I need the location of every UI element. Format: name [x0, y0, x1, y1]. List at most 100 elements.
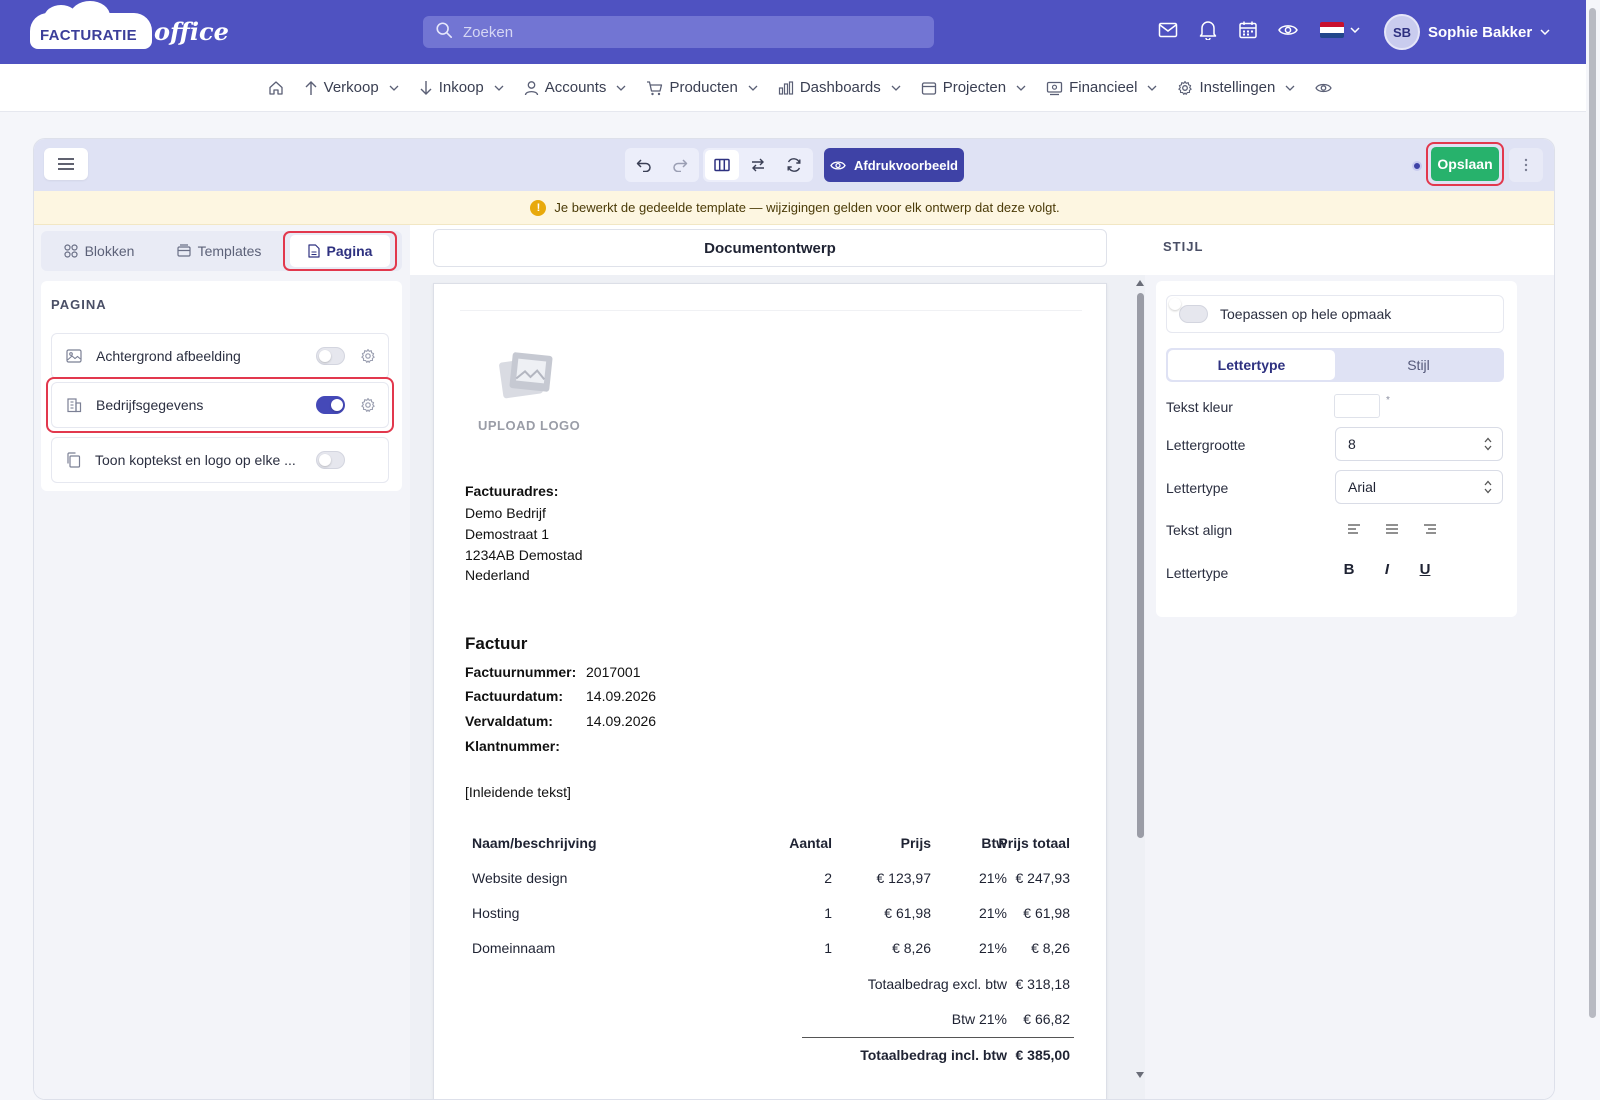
chevron-down-icon	[891, 85, 901, 91]
nav-home[interactable]	[258, 80, 294, 96]
calendar-icon	[921, 81, 936, 95]
cell: 21%	[978, 870, 1007, 886]
redo-button[interactable]	[663, 150, 697, 180]
nav-producten[interactable]: Producten	[636, 79, 767, 96]
text-color-label: Tekst kleur	[1166, 399, 1233, 415]
cell: € 123,97	[876, 870, 932, 886]
tab-lettertype[interactable]: Lettertype	[1168, 350, 1335, 380]
nav-instellingen[interactable]: Instellingen	[1167, 79, 1305, 96]
cell: 21%	[978, 940, 1007, 956]
header-every-page-toggle[interactable]	[316, 451, 345, 469]
chevron-down-icon	[1285, 85, 1295, 91]
meta-label: Factuurnummer:	[465, 664, 577, 680]
nav-dashboards[interactable]: Dashboards	[768, 79, 911, 96]
language-selector[interactable]	[1320, 22, 1360, 38]
print-preview-button[interactable]: Afdrukvoorbeeld	[824, 148, 964, 182]
cart-icon	[647, 80, 663, 95]
nav-projecten[interactable]: Projecten	[911, 79, 1036, 96]
search-bar[interactable]	[423, 16, 934, 48]
underline-button[interactable]: U	[1418, 561, 1432, 578]
save-button[interactable]: Opslaan	[1431, 147, 1499, 181]
gear-icon[interactable]	[360, 348, 376, 364]
brand-logo[interactable]: FACTURATIE office	[30, 1, 229, 50]
cell: 21%	[978, 905, 1007, 921]
font-family-select[interactable]: Arial	[1335, 470, 1503, 504]
nav-label: Financieel	[1069, 79, 1138, 96]
meta-value: 14.09.2026	[586, 688, 657, 704]
meta-value: 2017001	[586, 664, 641, 680]
scroll-up-icon[interactable]	[1135, 279, 1145, 287]
column-header: Naam/beschrijving	[472, 835, 597, 851]
more-options-button[interactable]	[1509, 148, 1543, 182]
apply-whole-layout-toggle[interactable]	[1179, 305, 1208, 323]
logo-word-facturatie: FACTURATIE	[40, 27, 137, 44]
nav-verkoop[interactable]: Verkoop	[294, 79, 409, 96]
text-color-picker[interactable]	[1334, 394, 1380, 418]
document-design-title: Documentontwerp	[433, 229, 1107, 267]
mail-icon[interactable]	[1158, 20, 1178, 40]
updown-arrows-icon	[1484, 480, 1492, 494]
nav-label: Producten	[669, 79, 738, 96]
refresh-button[interactable]	[777, 150, 811, 180]
nav-label: Inkoop	[438, 79, 484, 96]
top-bar: FACTURATIE office SB Sophie Bakk	[0, 0, 1600, 64]
total-value: € 66,82	[1023, 1011, 1070, 1027]
address-line: 1234AB Demostad	[465, 547, 583, 563]
menu-toggle-button[interactable]	[44, 148, 88, 180]
align-left-icon[interactable]	[1346, 521, 1362, 537]
invoice-heading: Factuur	[465, 634, 528, 653]
meta-label: Factuurdatum:	[465, 688, 563, 704]
bell-icon[interactable]	[1198, 20, 1218, 40]
chevron-down-icon	[1148, 85, 1157, 91]
gear-icon[interactable]	[360, 397, 376, 413]
columns-view-button[interactable]	[705, 150, 739, 180]
italic-button[interactable]: I	[1380, 561, 1394, 578]
upload-logo-area[interactable]	[480, 348, 570, 411]
blocks-icon	[63, 244, 78, 258]
tab-templates[interactable]: Templates	[157, 233, 281, 269]
nav-label: Dashboards	[799, 79, 881, 96]
avatar: SB	[1384, 14, 1420, 50]
billing-address-label: Factuuradres:	[465, 483, 559, 499]
tab-pagina[interactable]: Pagina	[283, 231, 397, 271]
bold-button[interactable]: B	[1342, 561, 1356, 578]
view-group	[703, 148, 813, 182]
search-input[interactable]	[463, 23, 903, 41]
align-buttons	[1346, 521, 1438, 537]
swap-button[interactable]	[741, 150, 775, 180]
chevron-down-icon	[1016, 85, 1026, 91]
nav-financieel[interactable]: Financieel	[1036, 79, 1167, 96]
nav-visibility[interactable]	[1305, 82, 1342, 94]
row-company-details: Bedrijfsgegevens	[51, 382, 389, 428]
page-scrollbar[interactable]	[1586, 0, 1600, 1100]
tab-label: Templates	[197, 243, 262, 259]
invoice-paper[interactable]: UPLOAD LOGO Factuuradres: Demo Bedrijf D…	[433, 283, 1107, 1099]
page-scrollbar-thumb[interactable]	[1589, 8, 1596, 1018]
background-image-toggle[interactable]	[316, 347, 345, 365]
total-label: Btw 21%	[951, 1011, 1007, 1027]
nav-accounts[interactable]: Accounts	[514, 79, 637, 96]
align-right-icon[interactable]	[1422, 521, 1438, 537]
column-header: Aantal	[789, 835, 832, 851]
chevron-down-icon	[389, 85, 399, 91]
gear-icon	[1178, 80, 1193, 95]
font-family-value: Arial	[1348, 479, 1377, 495]
undo-button[interactable]	[627, 150, 661, 180]
scrollbar-thumb[interactable]	[1137, 293, 1144, 838]
meta-value: 14.09.2026	[586, 713, 657, 729]
shared-template-notice: ! Je bewerkt de gedeelde template — wijz…	[34, 191, 1554, 225]
tab-stijl[interactable]: Stijl	[1335, 350, 1502, 380]
total-value: € 318,18	[1015, 976, 1071, 992]
total-label: Totaalbedrag incl. btw	[860, 1047, 1007, 1063]
tab-blokken[interactable]: Blokken	[41, 233, 157, 269]
font-size-select[interactable]: 8	[1335, 427, 1503, 461]
align-center-icon[interactable]	[1384, 521, 1400, 537]
scroll-down-icon[interactable]	[1135, 1071, 1145, 1079]
nav-label: Verkoop	[323, 79, 379, 96]
user-menu[interactable]: SB Sophie Bakker	[1384, 14, 1550, 50]
calendar-icon[interactable]	[1238, 20, 1258, 40]
company-details-toggle[interactable]	[316, 396, 345, 414]
nav-inkoop[interactable]: Inkoop	[409, 79, 514, 96]
format-buttons: B I U	[1342, 561, 1432, 578]
eye-icon[interactable]	[1278, 20, 1298, 40]
